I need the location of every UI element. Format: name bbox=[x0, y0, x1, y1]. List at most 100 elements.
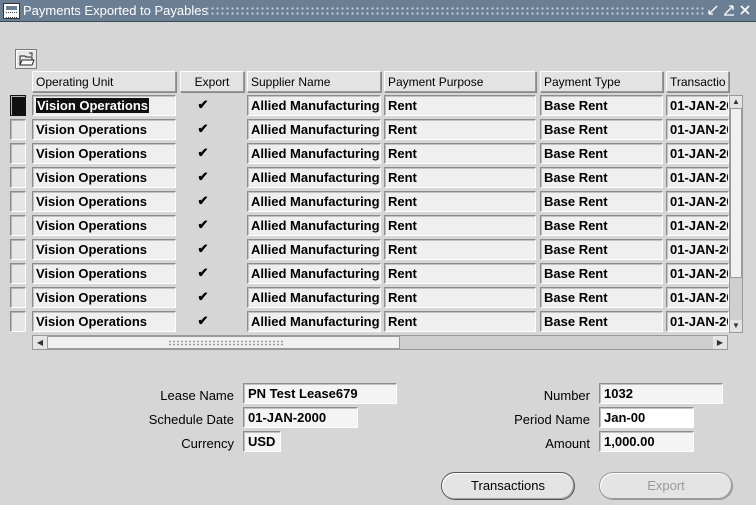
vertical-scrollbar[interactable]: ▲ ▼ bbox=[729, 95, 743, 333]
operating-unit-cell[interactable]: Vision Operations bbox=[32, 239, 176, 260]
supplier-name-cell-text: Allied Manufacturing bbox=[251, 98, 380, 113]
payment-type-cell[interactable]: Base Rent bbox=[540, 239, 663, 260]
row-selector[interactable] bbox=[10, 215, 26, 236]
export-checkbox[interactable]: ✔ bbox=[197, 290, 209, 303]
transaction-date-cell[interactable]: 01-JAN-2000 bbox=[666, 143, 729, 164]
export-checkbox[interactable]: ✔ bbox=[197, 314, 209, 327]
payment-purpose-cell[interactable]: Rent bbox=[384, 143, 536, 164]
payment-type-cell[interactable]: Base Rent bbox=[540, 311, 663, 332]
operating-unit-cell[interactable]: Vision Operations bbox=[32, 143, 176, 164]
horizontal-scrollbar[interactable]: ◀ ▶ bbox=[32, 335, 728, 350]
row-selector[interactable] bbox=[10, 167, 26, 188]
supplier-name-cell[interactable]: Allied Manufacturing bbox=[247, 119, 381, 140]
operating-unit-cell[interactable]: Vision Operations bbox=[32, 263, 176, 284]
payment-type-cell[interactable]: Base Rent bbox=[540, 167, 663, 188]
currency-field[interactable]: USD bbox=[243, 431, 281, 452]
operating-unit-cell[interactable]: Vision Operations bbox=[32, 95, 176, 116]
payment-type-cell-text: Base Rent bbox=[544, 98, 608, 113]
column-header-export[interactable]: Export bbox=[180, 71, 244, 92]
operating-unit-cell[interactable]: Vision Operations bbox=[32, 167, 176, 188]
supplier-name-cell[interactable]: Allied Manufacturing bbox=[247, 263, 381, 284]
payment-type-cell[interactable]: Base Rent bbox=[540, 143, 663, 164]
row-selector[interactable] bbox=[10, 191, 26, 212]
row-selector[interactable] bbox=[10, 239, 26, 260]
column-header-operating-unit[interactable]: Operating Unit bbox=[32, 71, 176, 92]
operating-unit-cell[interactable]: Vision Operations bbox=[32, 215, 176, 236]
payment-purpose-cell[interactable]: Rent bbox=[384, 239, 536, 260]
payment-purpose-cell[interactable]: Rent bbox=[384, 287, 536, 308]
export-checkbox[interactable]: ✔ bbox=[197, 98, 209, 111]
minimize-icon[interactable] bbox=[706, 4, 720, 18]
period-name-field[interactable]: Jan-00 bbox=[599, 407, 694, 428]
operating-unit-cell[interactable]: Vision Operations bbox=[32, 311, 176, 332]
row-selector[interactable] bbox=[10, 287, 26, 308]
supplier-name-cell[interactable]: Allied Manufacturing bbox=[247, 143, 381, 164]
column-header-transaction[interactable]: Transactio bbox=[666, 71, 729, 92]
supplier-name-cell-text: Allied Manufacturing bbox=[251, 290, 380, 305]
window-titlebar[interactable]: Payments Exported to Payables bbox=[0, 0, 756, 22]
supplier-name-cell[interactable]: Allied Manufacturing bbox=[247, 287, 381, 308]
payment-purpose-cell[interactable]: Rent bbox=[384, 191, 536, 212]
operating-unit-cell[interactable]: Vision Operations bbox=[32, 287, 176, 308]
export-checkbox[interactable]: ✔ bbox=[197, 122, 209, 135]
transaction-date-cell[interactable]: 01-JAN-2000 bbox=[666, 167, 729, 188]
column-header-supplier-name[interactable]: Supplier Name bbox=[247, 71, 381, 92]
amount-field[interactable]: 1,000.00 bbox=[599, 431, 694, 452]
export-checkbox[interactable]: ✔ bbox=[197, 194, 209, 207]
payment-purpose-cell[interactable]: Rent bbox=[384, 263, 536, 284]
row-selector[interactable] bbox=[10, 263, 26, 284]
transaction-date-cell[interactable]: 01-JAN-2000 bbox=[666, 119, 729, 140]
payment-purpose-cell[interactable]: Rent bbox=[384, 95, 536, 116]
payment-type-cell[interactable]: Base Rent bbox=[540, 119, 663, 140]
scroll-down-icon[interactable]: ▼ bbox=[730, 320, 742, 332]
close-icon[interactable] bbox=[738, 4, 752, 18]
column-header-payment-purpose[interactable]: Payment Purpose bbox=[384, 71, 536, 92]
operating-unit-cell[interactable]: Vision Operations bbox=[32, 119, 176, 140]
transaction-date-cell[interactable]: 01-JAN-2000 bbox=[666, 191, 729, 212]
vertical-scroll-thumb[interactable] bbox=[730, 108, 742, 278]
supplier-name-cell[interactable]: Allied Manufacturing bbox=[247, 167, 381, 188]
operating-unit-cell[interactable]: Vision Operations bbox=[32, 191, 176, 212]
payment-type-cell[interactable]: Base Rent bbox=[540, 215, 663, 236]
transaction-date-cell[interactable]: 01-JAN-2000 bbox=[666, 311, 729, 332]
scroll-up-icon[interactable]: ▲ bbox=[730, 96, 742, 108]
schedule-date-field[interactable]: 01-JAN-2000 bbox=[243, 407, 358, 428]
supplier-name-cell[interactable]: Allied Manufacturing bbox=[247, 191, 381, 212]
supplier-name-cell[interactable]: Allied Manufacturing bbox=[247, 311, 381, 332]
payment-type-cell[interactable]: Base Rent bbox=[540, 287, 663, 308]
payment-purpose-cell[interactable]: Rent bbox=[384, 167, 536, 188]
maximize-icon[interactable] bbox=[722, 4, 736, 18]
transaction-date-cell[interactable]: 01-JAN-2000 bbox=[666, 215, 729, 236]
row-selector[interactable] bbox=[10, 311, 26, 332]
payment-purpose-cell[interactable]: Rent bbox=[384, 119, 536, 140]
horizontal-scroll-thumb[interactable] bbox=[47, 336, 400, 349]
open-folder-button[interactable] bbox=[15, 49, 37, 69]
payment-type-cell[interactable]: Base Rent bbox=[540, 191, 663, 212]
transaction-date-cell[interactable]: 01-JAN-2000 bbox=[666, 287, 729, 308]
row-selector[interactable] bbox=[10, 95, 26, 116]
lease-name-field[interactable]: PN Test Lease679 bbox=[243, 383, 397, 404]
column-header-payment-type[interactable]: Payment Type bbox=[540, 71, 663, 92]
supplier-name-cell[interactable]: Allied Manufacturing bbox=[247, 239, 381, 260]
export-checkbox[interactable]: ✔ bbox=[197, 218, 209, 231]
transaction-date-cell[interactable]: 01-JAN-2000 bbox=[666, 239, 729, 260]
transaction-date-cell[interactable]: 01-JAN-2000 bbox=[666, 263, 729, 284]
number-field[interactable]: 1032 bbox=[599, 383, 723, 404]
scroll-right-icon[interactable]: ▶ bbox=[713, 336, 727, 349]
scroll-left-icon[interactable]: ◀ bbox=[33, 336, 47, 349]
export-checkbox[interactable]: ✔ bbox=[197, 146, 209, 159]
supplier-name-cell[interactable]: Allied Manufacturing bbox=[247, 215, 381, 236]
payment-purpose-cell[interactable]: Rent bbox=[384, 215, 536, 236]
row-selector[interactable] bbox=[10, 143, 26, 164]
export-checkbox[interactable]: ✔ bbox=[197, 242, 209, 255]
row-selector[interactable] bbox=[10, 119, 26, 140]
export-checkbox[interactable]: ✔ bbox=[197, 266, 209, 279]
payment-type-cell[interactable]: Base Rent bbox=[540, 95, 663, 116]
transaction-date-cell[interactable]: 01-JAN-2000 bbox=[666, 95, 729, 116]
supplier-name-cell[interactable]: Allied Manufacturing bbox=[247, 95, 381, 116]
payment-purpose-cell[interactable]: Rent bbox=[384, 311, 536, 332]
export-checkbox[interactable]: ✔ bbox=[197, 170, 209, 183]
transactions-button[interactable]: Transactions bbox=[441, 472, 575, 500]
export-button[interactable]: Export bbox=[599, 472, 733, 500]
payment-type-cell[interactable]: Base Rent bbox=[540, 263, 663, 284]
